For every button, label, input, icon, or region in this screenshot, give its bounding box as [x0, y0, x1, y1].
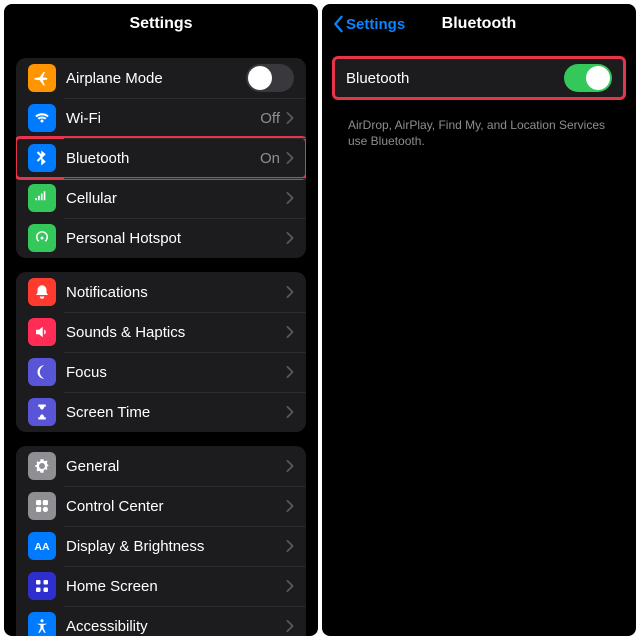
settings-row-wifi[interactable]: Wi-FiOff: [16, 98, 306, 138]
hotspot-label: Personal Hotspot: [66, 230, 286, 247]
chevron-right-icon: [286, 500, 294, 512]
settings-list[interactable]: Airplane ModeWi-FiOffBluetoothOnCellular…: [4, 44, 318, 636]
display-icon: AA: [28, 532, 56, 560]
svg-text:AA: AA: [34, 541, 50, 553]
screentime-label: Screen Time: [66, 404, 286, 421]
homescreen-icon: [28, 572, 56, 600]
chevron-right-icon: [286, 406, 294, 418]
settings-row-hotspot[interactable]: Personal Hotspot: [16, 218, 306, 258]
bluetooth-footer: AirDrop, AirPlay, Find My, and Location …: [334, 112, 624, 149]
wifi-label: Wi-Fi: [66, 110, 260, 127]
accessibility-icon: [28, 612, 56, 636]
chevron-right-icon: [286, 366, 294, 378]
sounds-icon: [28, 318, 56, 346]
general-label: General: [66, 458, 286, 475]
settings-row-cellular[interactable]: Cellular: [16, 178, 306, 218]
notifications-icon: [28, 278, 56, 306]
notifications-label: Notifications: [66, 284, 286, 301]
bluetooth-toggle[interactable]: [564, 64, 612, 92]
bluetooth-toggle-label: Bluetooth: [346, 70, 564, 87]
wifi-icon: [28, 104, 56, 132]
bluetooth-value: On: [260, 150, 280, 167]
settings-screen: Settings Airplane ModeWi-FiOffBluetoothO…: [4, 4, 318, 636]
settings-row-display[interactable]: AA Display & Brightness: [16, 526, 306, 566]
chevron-right-icon: [286, 152, 294, 164]
settings-row-homescreen[interactable]: Home Screen: [16, 566, 306, 606]
general-icon: [28, 452, 56, 480]
bluetooth-screen: Settings Bluetooth Bluetooth AirDrop, Ai…: [322, 4, 636, 636]
settings-row-controlcenter[interactable]: Control Center: [16, 486, 306, 526]
chevron-right-icon: [286, 232, 294, 244]
airplane-label: Airplane Mode: [66, 70, 246, 87]
chevron-right-icon: [286, 620, 294, 632]
chevron-right-icon: [286, 540, 294, 552]
controlcenter-icon: [28, 492, 56, 520]
hotspot-icon: [28, 224, 56, 252]
bluetooth-toggle-row[interactable]: Bluetooth: [334, 58, 624, 98]
chevron-right-icon: [286, 192, 294, 204]
cellular-icon: [28, 184, 56, 212]
sounds-label: Sounds & Haptics: [66, 324, 286, 341]
cellular-label: Cellular: [66, 190, 286, 207]
back-button[interactable]: Settings: [332, 15, 405, 33]
chevron-right-icon: [286, 460, 294, 472]
settings-row-focus[interactable]: Focus: [16, 352, 306, 392]
bluetooth-label: Bluetooth: [66, 150, 260, 167]
bluetooth-icon: [28, 144, 56, 172]
settings-row-screentime[interactable]: Screen Time: [16, 392, 306, 432]
settings-row-general[interactable]: General: [16, 446, 306, 486]
page-title: Bluetooth: [442, 15, 517, 33]
settings-row-sounds[interactable]: Sounds & Haptics: [16, 312, 306, 352]
chevron-right-icon: [286, 326, 294, 338]
accessibility-label: Accessibility: [66, 618, 286, 635]
settings-row-notifications[interactable]: Notifications: [16, 272, 306, 312]
back-label: Settings: [346, 16, 405, 33]
chevron-right-icon: [286, 112, 294, 124]
controlcenter-label: Control Center: [66, 498, 286, 515]
chevron-right-icon: [286, 580, 294, 592]
page-title: Settings: [4, 4, 318, 44]
display-label: Display & Brightness: [66, 538, 286, 555]
focus-label: Focus: [66, 364, 286, 381]
settings-row-bluetooth[interactable]: BluetoothOn: [16, 138, 306, 178]
wifi-value: Off: [260, 110, 280, 127]
chevron-right-icon: [286, 286, 294, 298]
screentime-icon: [28, 398, 56, 426]
focus-icon: [28, 358, 56, 386]
airplane-icon: [28, 64, 56, 92]
airplane-toggle[interactable]: [246, 64, 294, 92]
settings-row-airplane[interactable]: Airplane Mode: [16, 58, 306, 98]
settings-row-accessibility[interactable]: Accessibility: [16, 606, 306, 636]
homescreen-label: Home Screen: [66, 578, 286, 595]
